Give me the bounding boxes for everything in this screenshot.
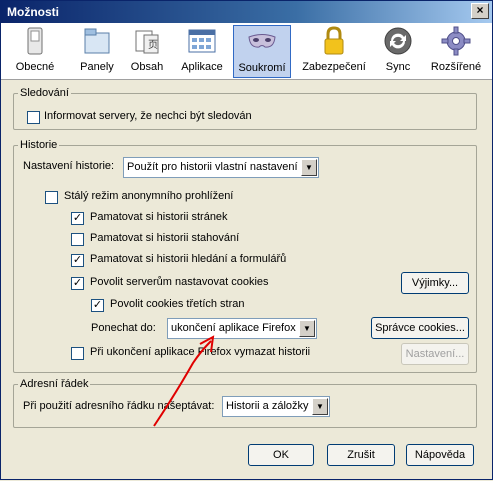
tab-privacy[interactable]: Soukromí xyxy=(233,25,291,78)
tab-general[interactable]: Obecné xyxy=(7,25,63,78)
tab-content[interactable]: 页 Obsah xyxy=(123,25,171,78)
lock-icon xyxy=(324,26,344,55)
private-mode-checkbox[interactable] xyxy=(45,191,58,204)
tab-label: Sync xyxy=(385,61,411,73)
accept-cookies-label: Povolit serverům nastavovat cookies xyxy=(90,276,269,288)
location-suggest-label: Při použití adresního řádku našeptávat: xyxy=(23,400,215,412)
ok-button[interactable]: OK xyxy=(248,444,314,466)
browsing-history-checkbox[interactable]: ✓ xyxy=(71,212,84,225)
accept-cookies-checkbox[interactable]: ✓ xyxy=(71,277,84,290)
sync-icon xyxy=(384,27,412,55)
check-icon: ✓ xyxy=(72,277,83,289)
tab-tabs[interactable]: Panely xyxy=(69,25,125,78)
download-history-label: Pamatovat si historii stahování xyxy=(90,232,240,244)
manage-cookies-button[interactable]: Správce cookies... xyxy=(371,317,469,339)
location-suggest-select[interactable]: Historii a záložky ▼ xyxy=(222,396,330,417)
forms-history-label: Pamatovat si historii hledání a formulář… xyxy=(90,253,287,265)
history-settings-label: Nastavení historie: xyxy=(23,160,115,172)
tab-label: Zabezpečení xyxy=(302,61,366,73)
browsing-history-label: Pamatovat si historii stránek xyxy=(90,211,228,223)
forms-history-checkbox[interactable]: ✓ xyxy=(71,254,84,267)
window-title: Možnosti xyxy=(7,5,59,19)
check-icon: ✓ xyxy=(72,254,83,266)
clear-on-close-checkbox[interactable] xyxy=(71,347,84,360)
history-settings-value: Použít pro historii vlastní nastavení xyxy=(127,161,298,173)
tab-advanced[interactable]: Rozšířené xyxy=(427,25,485,78)
tab-label: Rozšířené xyxy=(430,61,482,73)
dnt-checkbox[interactable] xyxy=(27,111,40,124)
chevron-down-icon: ▼ xyxy=(301,159,317,176)
keep-until-label: Ponechat do: xyxy=(91,322,156,334)
dnt-label: Informovat servery, že nechci být sledov… xyxy=(44,110,252,122)
tab-security[interactable]: Zabezpečení xyxy=(299,25,369,78)
check-icon: ✓ xyxy=(72,212,83,224)
tab-label: Aplikace xyxy=(181,61,223,73)
close-button[interactable]: × xyxy=(471,3,489,19)
tab-label: Obecné xyxy=(15,61,55,73)
tab-label: Obsah xyxy=(130,61,164,73)
chevron-down-icon: ▼ xyxy=(312,398,328,415)
tabs-icon xyxy=(84,28,110,54)
preferences-toolbar: Obecné Panely 页 Obsah Aplikace Soukromí … xyxy=(1,23,492,80)
applications-icon xyxy=(188,29,216,53)
clear-on-close-label: Při ukončení aplikace Firefox vymazat hi… xyxy=(90,346,311,358)
keep-until-select[interactable]: ukončení aplikace Firefox ▼ xyxy=(167,318,317,339)
check-icon: ✓ xyxy=(92,299,103,311)
tab-label: Panely xyxy=(80,61,114,73)
help-button[interactable]: Nápověda xyxy=(406,444,474,466)
location-bar-legend: Adresní řádek xyxy=(20,378,89,390)
cancel-button[interactable]: Zrušit xyxy=(327,444,395,466)
third-party-cookies-checkbox[interactable]: ✓ xyxy=(91,299,104,312)
tab-sync[interactable]: Sync xyxy=(375,25,421,78)
location-suggest-value: Historii a záložky xyxy=(226,400,309,412)
third-party-cookies-label: Povolit cookies třetích stran xyxy=(110,298,245,310)
tracking-group: Sledování xyxy=(13,87,477,130)
switch-icon xyxy=(27,27,43,55)
history-settings-select[interactable]: Použít pro historii vlastní nastavení ▼ xyxy=(123,157,319,178)
history-legend: Historie xyxy=(20,139,58,151)
tracking-legend: Sledování xyxy=(20,87,69,99)
title-bar: Možnosti × xyxy=(1,1,492,23)
exceptions-button[interactable]: Výjimky... xyxy=(401,272,469,294)
tab-applications[interactable]: Aplikace xyxy=(175,25,229,78)
options-dialog: Možnosti × Obecné Panely 页 Obsah Aplikac… xyxy=(0,0,493,480)
tab-label: Soukromí xyxy=(238,62,286,74)
document-icon: 页 xyxy=(135,30,159,54)
clear-settings-button[interactable]: Nastavení... xyxy=(401,343,469,365)
chevron-down-icon: ▼ xyxy=(299,320,315,337)
mask-icon xyxy=(248,34,276,48)
download-history-checkbox[interactable] xyxy=(71,233,84,246)
keep-until-value: ukončení aplikace Firefox xyxy=(171,322,296,334)
gear-icon xyxy=(441,26,471,56)
private-mode-label: Stálý režim anonymního prohlížení xyxy=(64,190,234,202)
svg-text:页: 页 xyxy=(148,39,158,51)
